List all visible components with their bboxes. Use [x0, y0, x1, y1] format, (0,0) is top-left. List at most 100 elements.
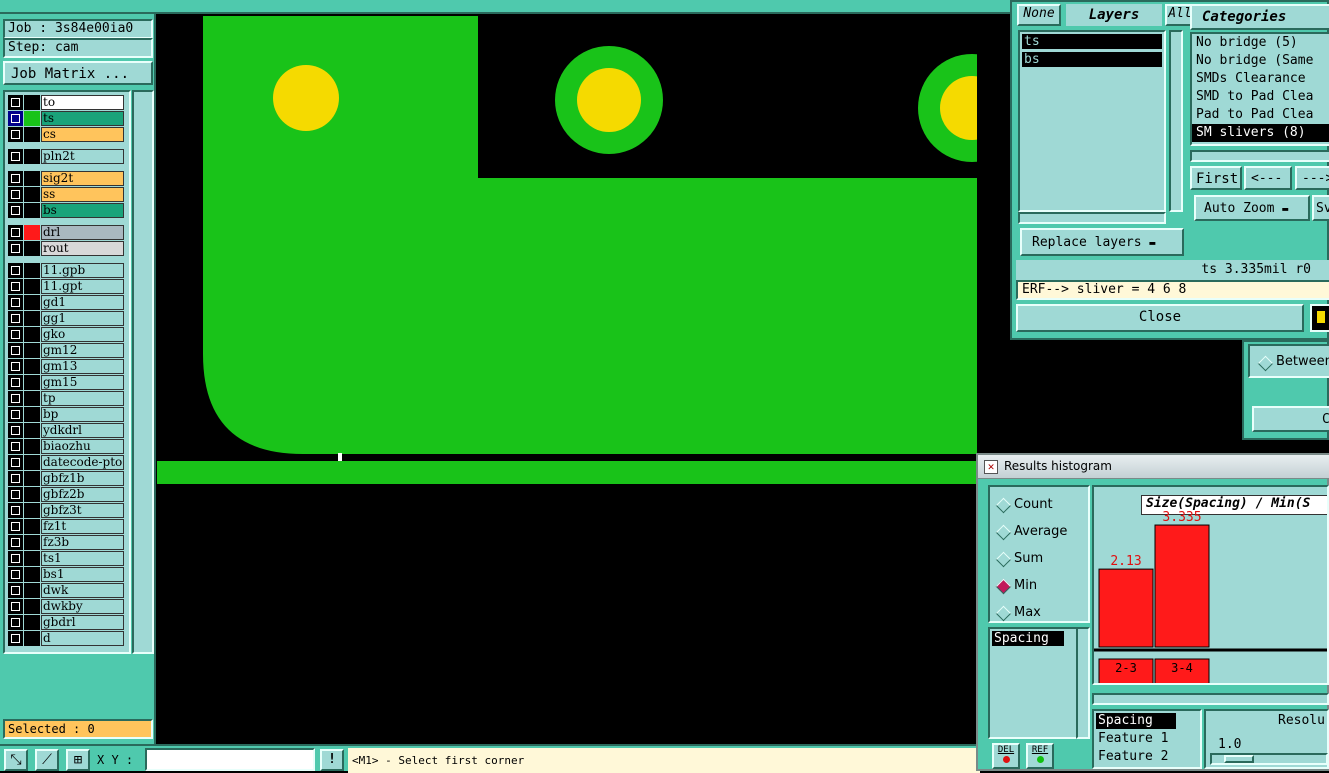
- layer-color-swatch[interactable]: [24, 187, 40, 202]
- layer-row-rout[interactable]: rout: [8, 241, 124, 256]
- layer-row-drl[interactable]: drl: [8, 225, 124, 240]
- layer-row-ts1[interactable]: ts1: [8, 551, 124, 566]
- layer-name[interactable]: bp: [41, 407, 124, 422]
- auto-zoom-button[interactable]: Auto Zoom ▬: [1194, 195, 1310, 221]
- field-item[interactable]: Spacing: [1096, 713, 1176, 729]
- layer-name[interactable]: ydkdrl: [41, 423, 124, 438]
- layer-name[interactable]: to: [41, 95, 124, 110]
- replace-layers-button[interactable]: Replace layers ▬: [1020, 228, 1184, 256]
- layer-checkbox[interactable]: [8, 279, 23, 294]
- mode-option-max[interactable]: Max: [990, 603, 1088, 623]
- layer-row-d[interactable]: d: [8, 631, 124, 646]
- layer-name[interactable]: fz3b: [41, 535, 124, 550]
- radio-icon[interactable]: [995, 578, 1012, 595]
- layer-color-swatch[interactable]: [24, 95, 40, 110]
- layer-name[interactable]: cs: [41, 127, 124, 142]
- layer-color-swatch[interactable]: [24, 407, 40, 422]
- layers-list-vscroll[interactable]: [1169, 30, 1183, 212]
- layer-row-ts[interactable]: ts: [8, 111, 124, 126]
- layer-name[interactable]: drl: [41, 225, 124, 240]
- layer-checkbox[interactable]: [8, 407, 23, 422]
- layer-name[interactable]: bs1: [41, 567, 124, 582]
- layer-color-swatch[interactable]: [24, 171, 40, 186]
- layer-row-gm13[interactable]: gm13: [8, 359, 124, 374]
- layer-color-swatch[interactable]: [24, 311, 40, 326]
- layer-name[interactable]: biaozhu: [41, 439, 124, 454]
- snap-grid-icon[interactable]: ⊞: [66, 749, 90, 771]
- layer-row-11.gpt[interactable]: 11.gpt: [8, 279, 124, 294]
- layer-row-gbfz1b[interactable]: gbfz1b: [8, 471, 124, 486]
- layer-name[interactable]: bs: [41, 203, 124, 218]
- ref-button[interactable]: REF: [1026, 743, 1054, 769]
- layer-row-bp[interactable]: bp: [8, 407, 124, 422]
- layer-name[interactable]: ss: [41, 187, 124, 202]
- alert-icon[interactable]: !: [320, 749, 344, 771]
- layer-name[interactable]: ts: [41, 111, 124, 126]
- next-button[interactable]: --->: [1295, 166, 1329, 190]
- layer-color-swatch[interactable]: [24, 359, 40, 374]
- layer-list-scrollbar[interactable]: [132, 90, 154, 654]
- layer-row-sig2t[interactable]: sig2t: [8, 171, 124, 186]
- layer-color-swatch[interactable]: [24, 111, 40, 126]
- layer-checkbox[interactable]: [8, 149, 23, 164]
- mode-option-min[interactable]: Min: [990, 576, 1088, 596]
- layer-color-swatch[interactable]: [24, 327, 40, 342]
- layer-checkbox[interactable]: [8, 535, 23, 550]
- layer-name[interactable]: gm13: [41, 359, 124, 374]
- layer-row-bs[interactable]: bs: [8, 203, 124, 218]
- layer-row-gg1[interactable]: gg1: [8, 311, 124, 326]
- layer-checkbox[interactable]: [8, 241, 23, 256]
- layer-checkbox[interactable]: [8, 519, 23, 534]
- layer-row-bs1[interactable]: bs1: [8, 567, 124, 582]
- layer-name[interactable]: sig2t: [41, 171, 124, 186]
- layer-checkbox[interactable]: [8, 471, 23, 486]
- sv-button[interactable]: Sv: [1312, 195, 1329, 221]
- layer-color-swatch[interactable]: [24, 203, 40, 218]
- layer-checkbox[interactable]: [8, 615, 23, 630]
- measure-icon[interactable]: ⟋: [35, 749, 59, 771]
- layer-color-swatch[interactable]: [24, 471, 40, 486]
- radio-icon[interactable]: [995, 524, 1012, 541]
- layer-color-swatch[interactable]: [24, 127, 40, 142]
- field-item[interactable]: Feature 2: [1096, 749, 1168, 765]
- layer-checkbox[interactable]: [8, 111, 23, 126]
- layer-checkbox[interactable]: [8, 343, 23, 358]
- chart-hscroll[interactable]: [1092, 693, 1329, 705]
- histogram-bar-1[interactable]: [1098, 568, 1154, 648]
- layer-color-swatch[interactable]: [24, 375, 40, 390]
- layer-color-swatch[interactable]: [24, 455, 40, 470]
- layer-row-gd1[interactable]: gd1: [8, 295, 124, 310]
- board-canvas[interactable]: [157, 16, 977, 744]
- layer-color-swatch[interactable]: [24, 519, 40, 534]
- layer-name[interactable]: 11.gpb: [41, 263, 124, 278]
- layer-checkbox[interactable]: [8, 327, 23, 342]
- layer-checkbox[interactable]: [8, 599, 23, 614]
- radio-icon[interactable]: [995, 605, 1012, 622]
- layer-color-swatch[interactable]: [24, 439, 40, 454]
- field-item[interactable]: Feature 1: [1096, 731, 1168, 747]
- layer-name[interactable]: rout: [41, 241, 124, 256]
- prev-button[interactable]: <---: [1244, 166, 1292, 190]
- layer-checkbox[interactable]: [8, 127, 23, 142]
- window-close-icon[interactable]: ✕: [984, 460, 998, 474]
- category-item[interactable]: SMD to Pad Clea: [1192, 88, 1329, 106]
- layer-row-to[interactable]: to: [8, 95, 124, 110]
- category-item[interactable]: No bridge (Same: [1192, 52, 1329, 70]
- layer-name[interactable]: gm15: [41, 375, 124, 390]
- layers-list-hscroll[interactable]: [1018, 212, 1166, 224]
- layer-color-swatch[interactable]: [24, 567, 40, 582]
- layer-row-gko[interactable]: gko: [8, 327, 124, 342]
- layer-checkbox[interactable]: [8, 359, 23, 374]
- layer-checkbox[interactable]: [8, 375, 23, 390]
- layers-item-bs[interactable]: bs: [1022, 52, 1162, 67]
- layer-checkbox[interactable]: [8, 567, 23, 582]
- layer-name[interactable]: 11.gpt: [41, 279, 124, 294]
- layer-color-swatch[interactable]: [24, 535, 40, 550]
- layer-row-gbdrl[interactable]: gbdrl: [8, 615, 124, 630]
- layer-row-biaozhu[interactable]: biaozhu: [8, 439, 124, 454]
- resolution-slider[interactable]: [1210, 753, 1328, 765]
- layer-row-ydkdrl[interactable]: ydkdrl: [8, 423, 124, 438]
- layer-checkbox[interactable]: [8, 439, 23, 454]
- layers-item-ts[interactable]: ts: [1022, 34, 1162, 49]
- layer-checkbox[interactable]: [8, 423, 23, 438]
